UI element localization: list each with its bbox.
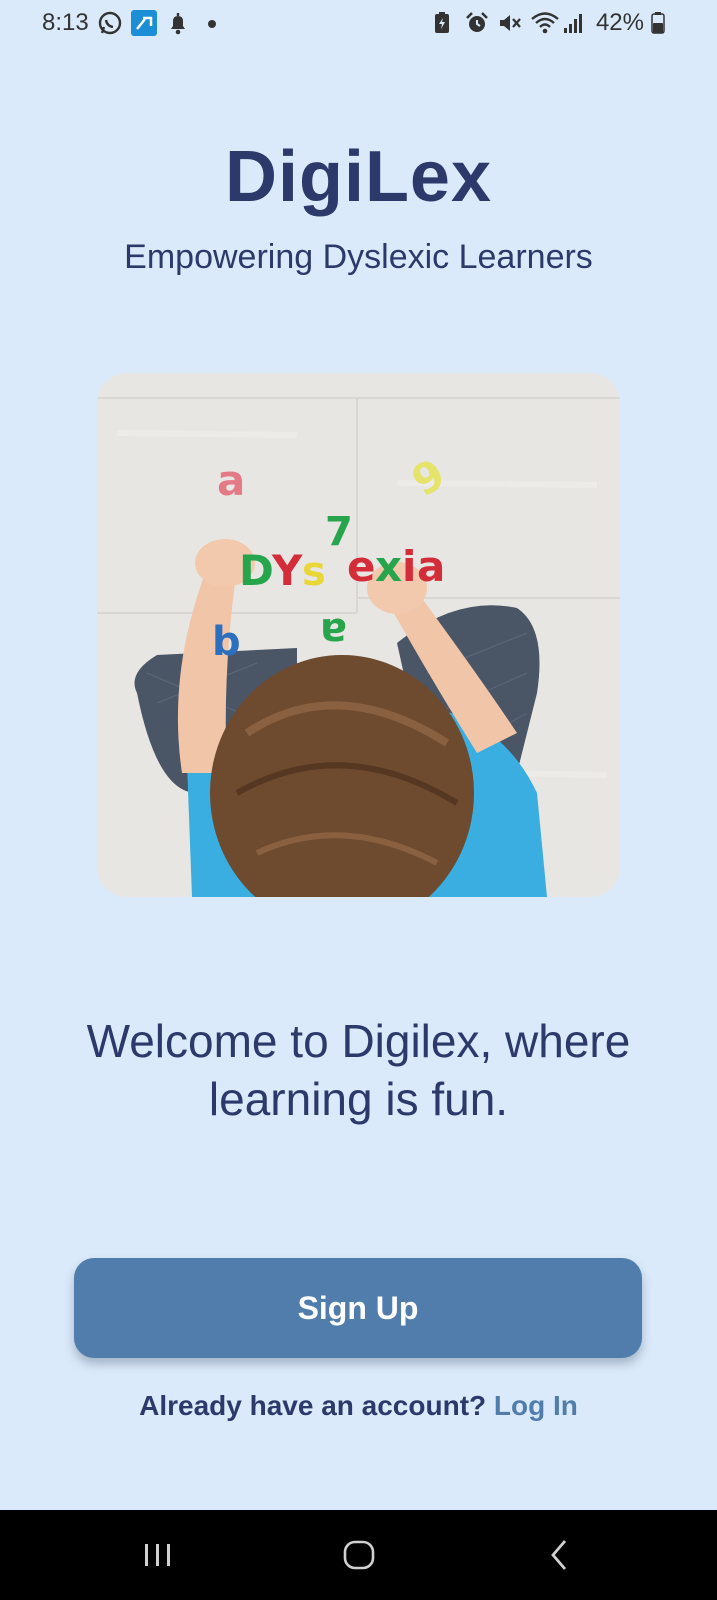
svg-text:i: i [402,542,416,591]
mute-icon [497,10,523,36]
battery-saver-icon [431,10,457,36]
status-time: 8:13 [42,9,89,36]
status-right: 42% [431,9,677,37]
home-icon[interactable] [334,1532,384,1578]
app-notification-icon [130,10,157,36]
svg-text:Y: Y [271,546,303,595]
system-nav-bar [0,1510,717,1600]
svg-text:a: a [417,542,445,591]
login-row: Already have an account? Log In [0,1390,717,1422]
wifi-icon [530,10,559,36]
alarm-icon [464,10,490,36]
svg-text:a: a [217,456,245,505]
welcome-text: Welcome to Digilex, where learning is fu… [86,1015,631,1125]
back-icon[interactable] [535,1532,585,1578]
hero-image: a 9 7 D Y s e x i a b a [97,373,620,897]
app-title: DigiLex [224,137,493,217]
recents-icon[interactable] [133,1532,183,1578]
svg-text:a: a [320,609,347,655]
svg-text:b: b [212,619,241,665]
bell-icon [165,10,191,36]
login-prompt: Already have an account? [139,1390,487,1421]
app-subtitle: Empowering Dyslexic Learners [124,238,593,276]
battery-percent: 42% [595,9,644,36]
log-in-link[interactable]: Log In [494,1390,578,1421]
svg-text:e: e [347,542,376,591]
status-left: 8:13 [42,9,225,37]
svg-text:x: x [375,542,402,591]
svg-text:D: D [239,546,274,595]
whatsapp-icon [97,10,123,36]
sign-up-button[interactable]: Sign Up [74,1258,642,1358]
dot-icon [199,10,225,36]
status-bar: 8:13 42% [0,0,717,48]
svg-text:s: s [302,549,326,595]
battery-icon [651,10,677,36]
signal-icon [563,10,589,36]
